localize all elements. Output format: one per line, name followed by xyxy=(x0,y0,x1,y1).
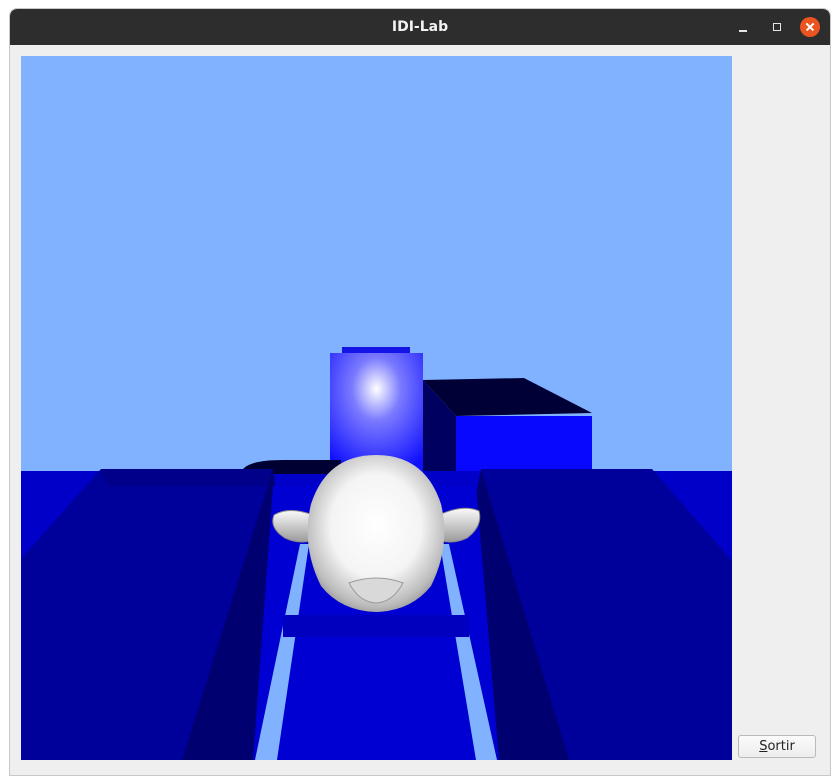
exit-button[interactable]: Sortir xyxy=(738,735,816,758)
title-bar[interactable]: IDI-Lab xyxy=(10,9,830,45)
cylinder-pillar xyxy=(330,347,423,473)
far-path xyxy=(283,615,469,637)
exit-button-mnemonic: S xyxy=(759,739,768,754)
scene-canvas xyxy=(21,56,732,760)
application-window: IDI-Lab S ortir xyxy=(10,9,830,775)
opengl-viewport[interactable] xyxy=(21,56,732,760)
exit-button-label: ortir xyxy=(767,739,795,754)
minimize-icon[interactable] xyxy=(734,18,752,36)
maximize-icon[interactable] xyxy=(768,18,786,36)
close-icon[interactable] xyxy=(800,17,820,37)
window-title: IDI-Lab xyxy=(391,19,449,35)
